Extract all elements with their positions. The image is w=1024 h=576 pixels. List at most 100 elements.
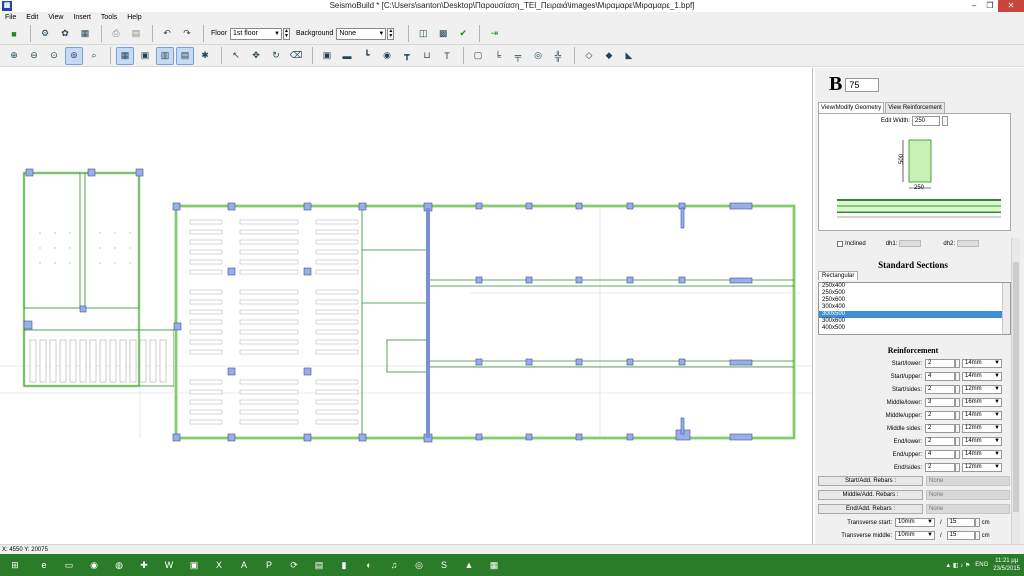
tab-geometry[interactable]: View/Modify Geometry (818, 102, 885, 113)
background-stepper[interactable]: ▲ ▼ (387, 27, 395, 40)
menu-help[interactable]: Help (122, 12, 146, 23)
rebar-count[interactable]: 2 (925, 411, 955, 420)
dh1-input[interactable] (899, 240, 922, 247)
export-icon[interactable]: ⇥ (485, 25, 503, 43)
sync-icon[interactable]: ⟳ (283, 555, 305, 575)
transverse-spacing[interactable]: 15 (946, 518, 975, 527)
undo-icon[interactable]: ↶ (158, 25, 176, 43)
move-icon[interactable]: ✥ (247, 47, 265, 65)
tee-beam-icon[interactable]: T (438, 47, 456, 65)
tray-icons[interactable]: ▲ ◧ ♪ ⚑ (945, 562, 970, 569)
word-icon[interactable]: W (158, 555, 180, 575)
zoom-out-icon[interactable]: ⊖ (25, 47, 43, 65)
floor-stepper[interactable]: ▲ ▼ (282, 27, 290, 40)
edit-width-input[interactable]: 250 (912, 116, 940, 126)
building-model-icon[interactable]: ▩ (434, 25, 452, 43)
menu-tools[interactable]: Tools (96, 12, 122, 23)
zoom-extents-icon[interactable]: ⊙ (45, 47, 63, 65)
list-item[interactable]: 300x400 (819, 304, 1010, 311)
rebar-stepper[interactable] (955, 463, 960, 472)
rebar-diameter-select[interactable]: 16mm ▼ (962, 398, 1002, 407)
rebar-diameter-select[interactable]: 14mm ▼ (962, 437, 1002, 446)
list-item[interactable]: 300x600 (819, 318, 1010, 325)
rebar-count[interactable]: 3 (925, 398, 955, 407)
rebar-diameter-select[interactable]: 14mm ▼ (962, 372, 1002, 381)
project-settings-icon[interactable]: ⚙ (36, 25, 54, 43)
powerpoint-icon[interactable]: P (258, 555, 280, 575)
list-item[interactable]: 250x600 (819, 297, 1010, 304)
rect-jacket-icon[interactable]: ▢ (469, 47, 487, 65)
rebar-count[interactable]: 4 (925, 450, 955, 459)
panel-scrollbar[interactable] (1011, 238, 1020, 544)
spacing-stepper[interactable] (974, 531, 980, 540)
rebar-stepper[interactable] (955, 437, 960, 446)
network-icon[interactable]: ✚ (133, 555, 155, 575)
rect-column-icon[interactable]: ▣ (318, 47, 336, 65)
slab-icon[interactable]: ◇ (580, 47, 598, 65)
list-item[interactable]: 400x500 (819, 325, 1010, 332)
media-icon[interactable]: ◐ (358, 555, 380, 575)
pdf-icon[interactable]: A (233, 555, 255, 575)
circular-column-icon[interactable]: ◉ (378, 47, 396, 65)
dh2-input[interactable] (957, 240, 980, 247)
l-jacket-icon[interactable]: ╘ (489, 47, 507, 65)
u-column-icon[interactable]: ⊔ (418, 47, 436, 65)
l-column-icon[interactable]: ┗ (358, 47, 376, 65)
redo-icon[interactable]: ↷ (178, 25, 196, 43)
snap-grid-icon[interactable]: ▦ (116, 46, 134, 65)
excel-icon[interactable]: X (208, 555, 230, 575)
circular-jacket-icon[interactable]: ◎ (529, 47, 547, 65)
music-icon[interactable]: ♫ (383, 555, 405, 575)
chrome-icon[interactable]: ◉ (83, 555, 105, 575)
print-preview-icon[interactable]: ▤ (127, 25, 145, 43)
internet-explorer-icon[interactable]: e (33, 555, 55, 575)
rebar-stepper[interactable] (955, 359, 960, 368)
rebar-count[interactable]: 2 (925, 359, 955, 368)
rebar-stepper[interactable] (955, 411, 960, 420)
tab-rectangular[interactable]: Rectangular (818, 271, 859, 280)
print-icon[interactable]: ⎙ (107, 25, 125, 43)
sections-list[interactable]: 250x400 250x500 250x600 300x400 300x500 … (818, 282, 1011, 335)
skype-icon[interactable]: S (433, 555, 455, 575)
rebar-diameter-select[interactable]: 14mm ▼ (962, 359, 1002, 368)
minimize-icon[interactable]: – (966, 0, 982, 12)
rebar-stepper[interactable] (955, 450, 960, 459)
floor-plan[interactable] (0, 68, 813, 544)
list-item-selected[interactable]: 300x500 (819, 311, 1010, 318)
restore-icon[interactable]: ❐ (982, 0, 998, 12)
cross-jacket-icon[interactable]: ╬ (549, 47, 567, 65)
rebar-stepper[interactable] (955, 398, 960, 407)
list-item[interactable]: 250x500 (819, 290, 1010, 297)
inclined-checkbox[interactable] (837, 240, 843, 247)
rebar-diameter-select[interactable]: 12mm ▼ (962, 463, 1002, 472)
app-icon[interactable]: ▣ (183, 555, 205, 575)
footing-icon[interactable]: ◣ (620, 47, 638, 65)
rebar-stepper[interactable] (955, 424, 960, 433)
zoom-window-icon[interactable]: ⊚ (65, 46, 83, 65)
menu-edit[interactable]: Edit (21, 12, 43, 23)
rebar-stepper[interactable] (955, 385, 960, 394)
floor-select[interactable]: 1st floor ▼ (229, 27, 282, 40)
transverse-spacing[interactable]: 15 (946, 531, 975, 540)
grid-icon[interactable]: ▦ (76, 25, 94, 43)
list-item[interactable]: 250x400 (819, 283, 1010, 290)
eraser-icon[interactable]: ⌫ (287, 47, 305, 65)
t-jacket-icon[interactable]: ╤ (509, 47, 527, 65)
rebar-stepper[interactable] (955, 372, 960, 381)
list-scrollbar[interactable] (1002, 283, 1010, 334)
save-icon[interactable]: ■ (5, 25, 23, 43)
windows-start-icon[interactable]: ⊞ (0, 555, 30, 575)
menu-view[interactable]: View (43, 12, 68, 23)
rebar-count[interactable]: 2 (925, 437, 955, 446)
browser-icon[interactable]: ◎ (408, 555, 430, 575)
rebar-diameter-select[interactable]: 14mm ▼ (962, 411, 1002, 420)
snap-lines-icon[interactable]: ▥ (156, 46, 174, 65)
element-number-field[interactable]: 75 (845, 77, 880, 92)
rebar-count[interactable]: 2 (925, 424, 955, 433)
file-explorer-icon[interactable]: ▭ (58, 555, 80, 575)
background-select[interactable]: None ▼ (336, 27, 387, 40)
rebar-count[interactable]: 2 (925, 385, 955, 394)
rotate-icon[interactable]: ↻ (267, 47, 285, 65)
rebar-count[interactable]: 2 (925, 463, 955, 472)
earth-icon[interactable]: ◍ (108, 555, 130, 575)
